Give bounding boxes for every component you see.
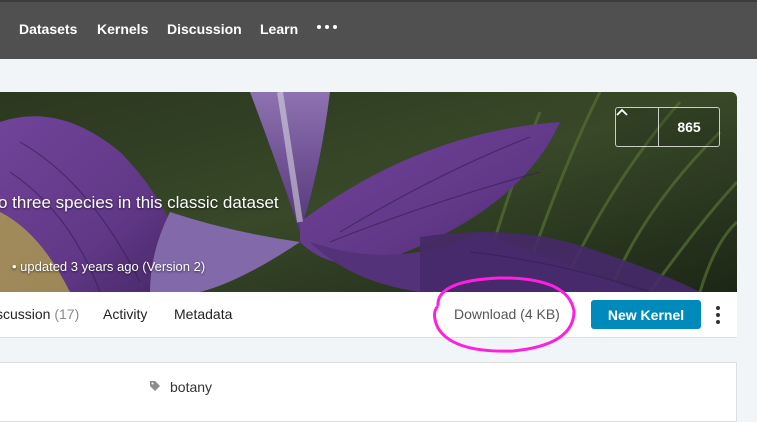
nav-discussion[interactable]: Discussion — [167, 21, 242, 37]
top-navigation: Datasets Kernels Discussion Learn — [0, 0, 757, 59]
upvote-widget[interactable]: 865 — [615, 107, 720, 147]
dataset-subtitle: o three species in this classic dataset — [0, 193, 279, 212]
tag-botany[interactable]: botany — [170, 379, 212, 395]
nav-kernels[interactable]: Kernels — [97, 21, 148, 37]
nav-learn[interactable]: Learn — [260, 21, 298, 37]
more-horizontal-icon[interactable] — [317, 22, 339, 32]
highlight-circle-annotation — [433, 276, 576, 353]
vote-count: 865 — [677, 119, 701, 135]
nav-datasets[interactable]: Datasets — [19, 21, 77, 37]
kebab-vertical-icon[interactable] — [716, 306, 720, 324]
dataset-update-info: • updated 3 years ago (Version 2) — [12, 259, 206, 274]
tab-discussion-count: (17) — [54, 306, 80, 322]
new-kernel-button[interactable]: New Kernel — [591, 300, 701, 329]
dataset-details-card: botany — [0, 362, 737, 422]
dataset-tab-bar: scussion (17) Activity Metadata Download… — [0, 292, 737, 338]
tab-discussion-label: scussion — [0, 306, 51, 322]
tab-activity[interactable]: Activity — [103, 306, 147, 322]
chevron-up-icon[interactable] — [616, 108, 659, 146]
dataset-hero-banner: o three species in this classic dataset … — [0, 92, 737, 292]
tab-discussion[interactable]: scussion (17) — [0, 306, 79, 322]
tab-metadata[interactable]: Metadata — [174, 306, 232, 322]
tag-icon — [150, 381, 160, 391]
